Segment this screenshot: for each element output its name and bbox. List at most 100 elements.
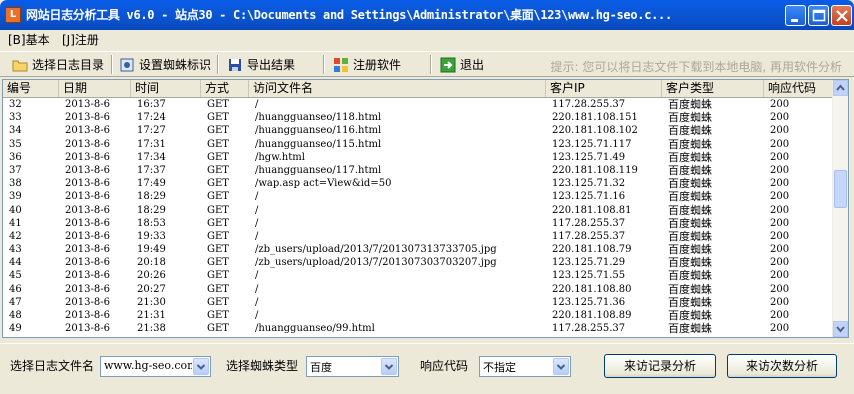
cell-file: /huangguanseo/115.html xyxy=(255,138,382,150)
maximize-button[interactable] xyxy=(808,5,829,26)
cell-id: 34 xyxy=(9,125,22,137)
table-row[interactable]: 41 2013-8-6 18:53 GET / 117.28.255.37 百度蜘蛛 200 xyxy=(3,217,833,230)
log-file-select[interactable]: www.hg-seo.com xyxy=(100,356,211,377)
table-row[interactable]: 33 2013-8-6 17:24 GET/huangguanseo/118.html… xyxy=(3,111,833,124)
cell-id: 44 xyxy=(9,257,22,269)
scroll-up-button[interactable] xyxy=(833,80,848,96)
column-header-client-type[interactable]: 客户类型 xyxy=(662,80,764,97)
export-results-button[interactable]: 导出结果 xyxy=(227,55,295,74)
windows-logo-icon xyxy=(334,57,348,72)
table-row[interactable]: 49 2013-8-6 21:38 GET/huangguanseo/99.html 1… xyxy=(3,322,833,335)
cell-client-ip: 123.125.71.32 xyxy=(552,178,626,190)
column-header-time[interactable]: 时间 xyxy=(131,80,201,97)
scroll-down-button[interactable] xyxy=(833,321,848,337)
cell-response-code: 200 xyxy=(770,112,790,124)
cell-file: / xyxy=(255,296,259,308)
cell-response-code: 200 xyxy=(770,125,790,137)
title-bar[interactable]: L 网站日志分析工具 v6.0 - 站点30 - C:\Documents an… xyxy=(0,0,854,30)
cell-method: GET xyxy=(207,296,229,308)
table-row[interactable]: 38 2013-8-6 17:49 GET/wap.asp act=View&id=5… xyxy=(3,177,833,190)
cell-date: 2013-8-6 xyxy=(65,244,110,256)
cell-client-ip: 123.125.71.49 xyxy=(552,151,626,163)
table-row[interactable]: 47 2013-8-6 21:30 GET / 123.125.71.36 百度蜘蛛 200 xyxy=(3,296,833,309)
cell-id: 40 xyxy=(9,204,22,216)
table-row[interactable]: 45 2013-8-6 20:26 GET / 123.125.71.55 百度蜘蛛 200 xyxy=(3,269,833,282)
close-button[interactable] xyxy=(831,5,852,26)
cell-date: 2013-8-6 xyxy=(65,151,110,163)
vertical-scrollbar[interactable] xyxy=(832,80,848,337)
cell-time: 17:34 xyxy=(137,151,166,163)
column-header-id[interactable]: 编号 xyxy=(3,80,59,97)
column-header-method[interactable]: 方式 xyxy=(201,80,249,97)
cell-time: 19:33 xyxy=(137,230,166,242)
tip-text: 提示: 您可以将日志文件下载到本地电脑, 再用软件分析 xyxy=(550,60,843,74)
cell-client-ip: 123.125.71.55 xyxy=(552,270,626,282)
dropdown-button[interactable] xyxy=(553,358,569,375)
table-row[interactable]: 36 2013-8-6 17:34 GET/hgw.html 123.125.71.49… xyxy=(3,151,833,164)
cell-client-type: 百度蜘蛛 xyxy=(668,229,712,243)
exit-button[interactable]: 退出 xyxy=(440,55,484,74)
spider-type-value: 百度 xyxy=(310,361,332,374)
cell-method: GET xyxy=(207,164,229,176)
table-row[interactable]: 32 2013-8-6 16:37 GET / 117.28.255.37 百度蜘蛛 200 xyxy=(3,98,833,111)
table-row[interactable]: 34 2013-8-6 17:27 GET/huangguanseo/116.html… xyxy=(3,124,833,137)
table-row[interactable]: 44 2013-8-6 20:18 GET/zb_users/upload/2013/… xyxy=(3,256,833,269)
minimize-button[interactable] xyxy=(785,5,806,26)
cell-response-code: 200 xyxy=(770,138,790,150)
table-row[interactable]: 42 2013-8-6 19:33 GET / 117.28.255.37 百度蜘蛛 200 xyxy=(3,230,833,243)
set-spider-id-label: 设置蜘蛛标识 xyxy=(139,58,212,72)
table-row[interactable]: 46 2013-8-6 20:27 GET / 220.181.108.80 百度蜘蛛 200 xyxy=(3,283,833,296)
cell-client-type: 百度蜘蛛 xyxy=(668,282,712,296)
cell-response-code: 200 xyxy=(770,99,790,110)
table-row[interactable]: 35 2013-8-6 17:31 GET/huangguanseo/115.html… xyxy=(3,138,833,151)
cell-client-type: 百度蜘蛛 xyxy=(668,243,712,257)
visit-record-analysis-button[interactable]: 来访记录分析 xyxy=(604,354,716,378)
spider-type-select[interactable]: 百度 xyxy=(306,356,399,377)
cell-time: 18:53 xyxy=(137,217,166,229)
export-results-label: 导出结果 xyxy=(247,58,296,72)
cell-date: 2013-8-6 xyxy=(65,138,110,150)
table-row[interactable]: 43 2013-8-6 19:49 GET/zb_users/upload/2013/… xyxy=(3,243,833,256)
log-table[interactable]: 编号 日期 时间 方式 访问文件名 客户IP 客户类型 响应代码 32 2013-… xyxy=(2,79,849,338)
cell-client-ip: 123.125.71.36 xyxy=(552,296,626,308)
cell-method: GET xyxy=(207,283,229,295)
visit-count-analysis-button[interactable]: 来访次数分析 xyxy=(727,354,837,378)
cell-response-code: 200 xyxy=(770,204,790,216)
scroll-thumb[interactable] xyxy=(834,170,847,208)
cell-file: / xyxy=(255,230,259,242)
menu-register[interactable]: [J]注册 xyxy=(62,33,99,47)
cell-date: 2013-8-6 xyxy=(65,178,110,190)
table-row[interactable]: 48 2013-8-6 21:31 GET / 220.181.108.89 百度蜘蛛 200 xyxy=(3,309,833,322)
select-log-dir-button[interactable]: 选择日志目录 xyxy=(12,55,104,74)
cell-file: / xyxy=(255,283,259,295)
cell-file: /zb_users/upload/2013/7/201307313733705.… xyxy=(255,244,497,256)
set-spider-id-button[interactable]: 设置蜘蛛标识 xyxy=(119,55,211,74)
cell-time: 18:29 xyxy=(137,204,166,216)
cell-time: 17:24 xyxy=(137,112,166,124)
column-header-response-code[interactable]: 响应代码 xyxy=(764,80,833,97)
register-software-button[interactable]: 注册软件 xyxy=(333,55,401,74)
cell-date: 2013-8-6 xyxy=(65,283,110,295)
column-header-client-ip[interactable]: 客户IP xyxy=(546,80,662,97)
cell-id: 43 xyxy=(9,244,22,256)
cell-client-type: 百度蜘蛛 xyxy=(668,269,712,283)
cell-response-code: 200 xyxy=(770,151,790,163)
response-code-select[interactable]: 不指定 xyxy=(479,356,571,377)
table-row[interactable]: 37 2013-8-6 17:37 GET/huangguanseo/117.html… xyxy=(3,164,833,177)
table-row[interactable]: 40 2013-8-6 18:29 GET / 220.181.108.81 百度蜘蛛 200 xyxy=(3,204,833,217)
dropdown-button[interactable] xyxy=(381,358,397,375)
cell-date: 2013-8-6 xyxy=(65,257,110,269)
cell-client-type: 百度蜘蛛 xyxy=(668,137,712,151)
column-header-date[interactable]: 日期 xyxy=(59,80,131,97)
cell-client-type: 百度蜘蛛 xyxy=(668,177,712,191)
cell-file: /huangguanseo/99.html xyxy=(255,323,375,335)
dropdown-button[interactable] xyxy=(193,358,209,375)
menu-basic[interactable]: [B]基本 xyxy=(8,33,50,47)
cell-response-code: 200 xyxy=(770,230,790,242)
exit-label: 退出 xyxy=(460,58,485,72)
column-header-file[interactable]: 访问文件名 xyxy=(249,80,546,97)
cell-time: 19:49 xyxy=(137,244,166,256)
cell-time: 17:27 xyxy=(137,125,166,137)
table-row[interactable]: 39 2013-8-6 18:29 GET / 123.125.71.16 百度蜘蛛 200 xyxy=(3,190,833,203)
minimize-icon xyxy=(791,19,798,22)
